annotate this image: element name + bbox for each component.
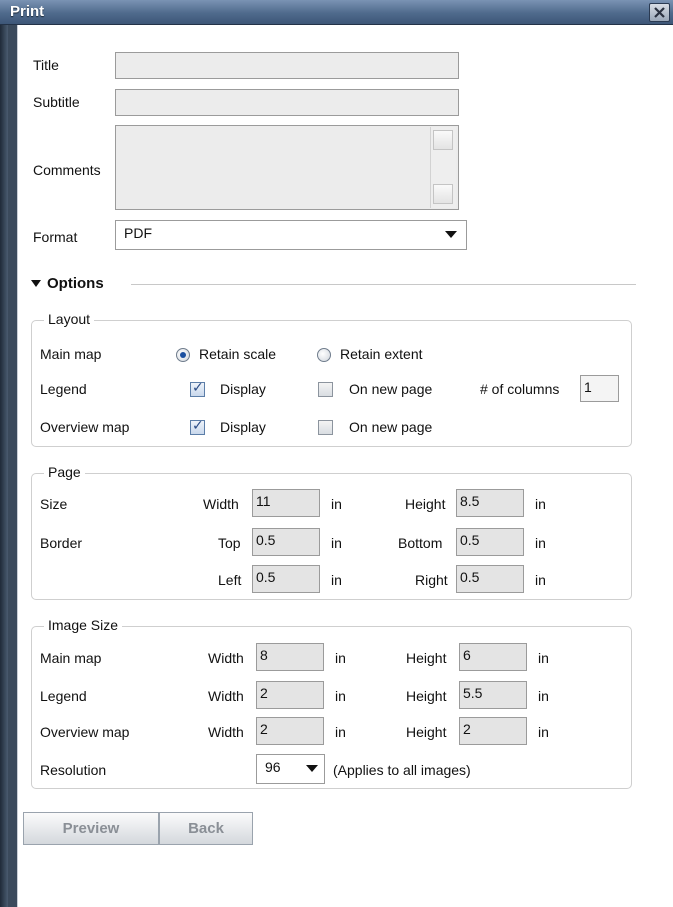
comments-textarea[interactable] [115,125,459,210]
layout-legend: Layout [44,311,95,327]
overview-display-checkbox[interactable] [190,418,205,435]
image-main-map-width-unit: in [335,650,346,666]
image-overview-label: Overview map [40,724,130,740]
resolution-note: (Applies to all images) [333,762,471,778]
image-main-map-height-unit: in [538,650,549,666]
title-input[interactable] [115,52,459,79]
border-label: Border [40,535,83,551]
format-select[interactable]: PDF [115,220,467,250]
close-button[interactable] [649,3,670,22]
image-main-map-height-label: Height [406,650,447,666]
scroll-down-button[interactable] [433,184,453,204]
format-value: PDF [124,225,152,241]
border-left-input[interactable]: 0.5 [252,565,320,593]
comments-scrollbar[interactable] [430,127,456,208]
border-bottom-unit: in [535,535,546,551]
legend-display-label[interactable]: Display [220,381,266,397]
page-width-unit: in [331,496,342,512]
image-overview-height-label: Height [406,724,447,740]
dialog-titlebar: Print [0,0,673,25]
chevron-down-icon [306,765,318,772]
border-top-label: Top [218,535,241,551]
columns-input[interactable]: 1 [580,375,619,402]
page-width-label: Width [203,496,239,512]
legend-row-label: Legend [40,381,87,397]
border-left-label: Left [218,572,242,588]
image-legend-width-label: Width [208,688,244,704]
border-right-unit: in [535,572,546,588]
overview-display-label[interactable]: Display [220,419,266,435]
overview-new-page-label[interactable]: On new page [349,419,432,435]
resolution-select[interactable]: 96 [256,754,325,784]
overview-map-label: Overview map [40,419,130,435]
columns-label: # of columns [480,381,560,397]
resolution-value: 96 [265,759,281,775]
border-bottom-input[interactable]: 0.5 [456,528,524,556]
options-label: Options [47,275,104,292]
comments-label: Comments [33,162,101,178]
subtitle-label: Subtitle [33,94,80,110]
image-legend-height-input[interactable]: 5.5 [459,681,527,709]
page-height-label: Height [405,496,446,512]
page-width-input[interactable]: 11 [252,489,320,517]
page-height-unit: in [535,496,546,512]
legend-display-checkbox[interactable] [190,380,205,397]
chevron-down-icon [445,231,457,238]
image-size-legend: Image Size [44,617,123,633]
main-map-label: Main map [40,346,102,362]
options-divider [131,284,636,285]
image-legend-height-label: Height [406,688,447,704]
back-button[interactable]: Back [159,812,253,845]
page-legend: Page [44,464,85,480]
legend-new-page-label[interactable]: On new page [349,381,432,397]
border-left-unit: in [331,572,342,588]
title-label: Title [33,57,59,73]
border-top-input[interactable]: 0.5 [252,528,320,556]
window-frame-left [0,0,8,907]
border-top-unit: in [331,535,342,551]
border-bottom-label: Bottom [398,535,443,551]
image-overview-width-unit: in [335,724,346,740]
preview-button[interactable]: Preview [23,812,159,845]
collapse-triangle-icon [31,280,41,287]
border-right-input[interactable]: 0.5 [456,565,524,593]
image-main-map-width-label: Width [208,650,244,666]
image-legend-width-input[interactable]: 2 [256,681,324,709]
resolution-label: Resolution [40,762,107,778]
image-overview-height-input[interactable]: 2 [459,717,527,745]
image-overview-height-unit: in [538,724,549,740]
retain-scale-label[interactable]: Retain scale [199,346,276,362]
image-legend-label: Legend [40,688,87,704]
border-right-label: Right [415,572,448,588]
image-legend-height-unit: in [538,688,549,704]
retain-extent-label[interactable]: Retain extent [340,346,423,362]
page-height-input[interactable]: 8.5 [456,489,524,517]
close-icon [654,7,665,18]
image-main-map-height-input[interactable]: 6 [459,643,527,671]
image-legend-width-unit: in [335,688,346,704]
retain-extent-radio[interactable] [317,348,331,362]
format-label: Format [33,229,78,245]
image-main-map-label: Main map [40,650,102,666]
dialog-title: Print [10,3,45,20]
scroll-up-button[interactable] [433,130,453,150]
retain-scale-radio[interactable] [176,348,190,362]
image-overview-width-label: Width [208,724,244,740]
subtitle-input[interactable] [115,89,459,116]
image-main-map-width-input[interactable]: 8 [256,643,324,671]
overview-new-page-checkbox[interactable] [318,420,333,435]
legend-new-page-checkbox[interactable] [318,382,333,397]
size-label: Size [40,496,68,512]
options-toggle[interactable]: Options [30,274,650,294]
image-overview-width-input[interactable]: 2 [256,717,324,745]
